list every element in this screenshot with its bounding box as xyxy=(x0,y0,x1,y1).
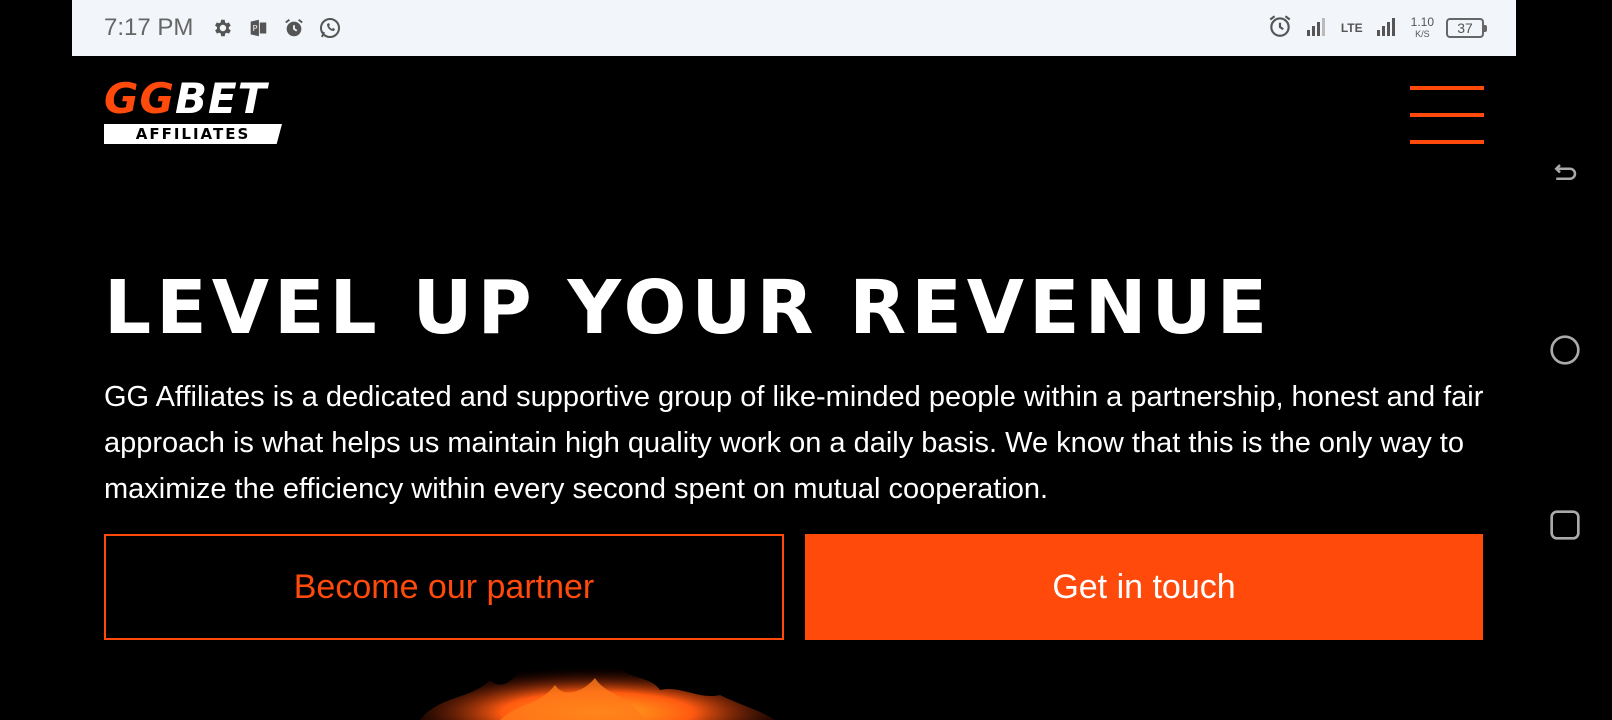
svg-text:P: P xyxy=(253,23,258,33)
logo-wordmark: GGBET xyxy=(104,74,268,123)
gear-icon xyxy=(207,13,237,43)
battery-icon: 37 xyxy=(1446,18,1487,38)
gg-bet-affiliates-logo[interactable]: GGBET AFFILIATES xyxy=(104,78,294,146)
back-icon[interactable] xyxy=(1548,158,1582,192)
hero-title: LEVEL UP YOUR REVENUE xyxy=(104,265,1273,351)
signal-icon xyxy=(1305,14,1329,43)
get-in-touch-button[interactable]: Get in touch xyxy=(805,534,1483,640)
logo-subtitle: AFFILIATES xyxy=(104,124,282,144)
alarm-icon xyxy=(279,13,309,43)
system-nav-bar xyxy=(1516,56,1612,720)
alarm-status-icon xyxy=(1267,13,1293,44)
home-icon[interactable] xyxy=(1548,333,1582,367)
network-type: LTE xyxy=(1340,21,1363,35)
status-bar: 7:17 PM P LTE 1.10 K/S 37 xyxy=(72,0,1516,56)
fire-image xyxy=(420,645,775,720)
sim-icon: P xyxy=(243,13,273,43)
status-time: 7:17 PM xyxy=(104,14,194,41)
hero-description: GG Affiliates is a dedicated and support… xyxy=(104,381,1484,505)
battery-level: 37 xyxy=(1457,20,1473,36)
become-partner-button[interactable]: Become our partner xyxy=(104,534,784,640)
recents-icon[interactable] xyxy=(1548,508,1582,542)
hamburger-menu-icon[interactable] xyxy=(1410,86,1484,144)
network-speed: 1.10 K/S xyxy=(1410,15,1434,39)
signal-icon-2 xyxy=(1375,14,1399,43)
whatsapp-icon xyxy=(315,13,345,43)
